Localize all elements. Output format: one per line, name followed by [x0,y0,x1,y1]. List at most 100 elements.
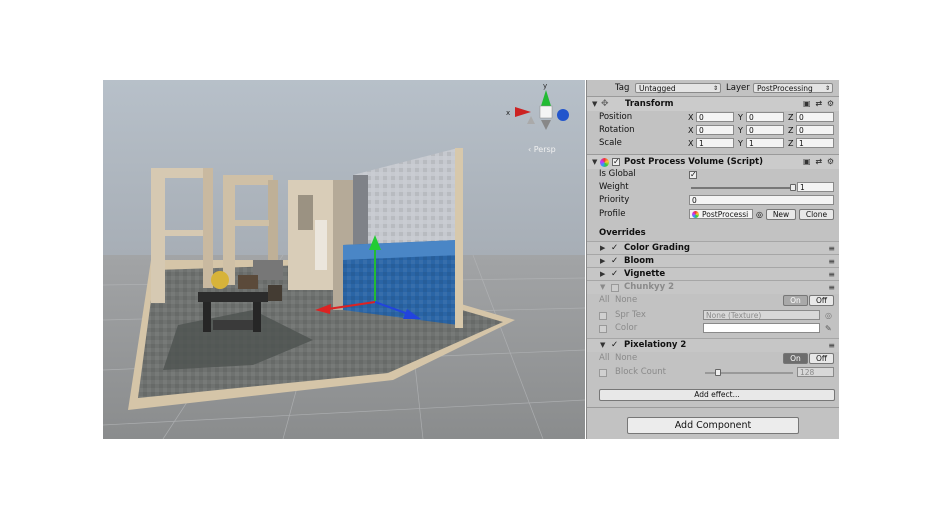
scene-canvas[interactable]: y x ‹ Persp [103,80,585,439]
eyedropper-icon[interactable]: ✎ [825,322,832,335]
axis-y-label: Y [738,126,743,135]
is-global-checkbox[interactable]: ✓ [689,171,697,179]
foldout-icon[interactable]: ▼ [592,97,597,111]
all-link[interactable]: All [599,294,610,307]
weight-field[interactable]: 1 [797,182,834,192]
overrides-row: Overrides [587,227,839,240]
effect-bloom[interactable]: ▶ ✓ Bloom ≡ [587,254,839,268]
chunky-all-none-row: All None On Off [587,294,839,307]
scale-y-field[interactable]: 1 [746,138,784,148]
layer-label: Layer [726,83,750,93]
scene-view[interactable]: y x ‹ Persp [103,80,585,439]
color-swatch-field[interactable] [703,323,820,333]
is-global-row: Is Global ✓ [587,168,839,181]
transform-title: Transform [625,99,674,109]
axis-z-label: Z [788,126,794,135]
axis-y-label: Y [738,113,743,122]
divider [587,407,839,408]
is-global-label: Is Global [599,169,636,179]
effect-chunky[interactable]: ▼ Chunkyy 2 ≡ [587,280,839,294]
layer-dropdown[interactable]: PostProcessing ⇕ [753,83,833,93]
effect-vignette[interactable]: ▶ ✓ Vignette ≡ [587,267,839,281]
profile-object-field[interactable]: PostProcessi [689,209,753,219]
foldout-icon[interactable]: ▼ [592,155,597,169]
all-link[interactable]: All [599,352,610,365]
spr-tex-label: Spr Tex [615,310,646,320]
add-component-button[interactable]: Add Component [627,417,799,434]
block-count-field[interactable]: 128 [797,367,834,377]
axis-x-label: X [688,113,694,122]
spr-tex-row: Spr Tex None (Texture) ◎ [587,309,839,322]
ppv-title: Post Process Volume (Script) [624,157,763,167]
block-count-label: Block Count [615,367,666,377]
rotation-row: Rotation X 0 Y 0 Z 0 [587,124,839,137]
projection-label[interactable]: ‹ Persp [528,145,556,154]
transform-icon: ✥ [601,99,609,109]
priority-field[interactable]: 0 [689,195,834,205]
priority-label: Priority [599,195,630,205]
position-row: Position X 0 Y 0 Z 0 [587,111,839,124]
add-effect-button[interactable]: Add effect... [599,389,835,401]
axis-z-label: Z [788,139,794,148]
rotation-label: Rotation [599,125,635,135]
pixelation-off-toggle[interactable]: Off [809,353,834,364]
profile-asset-icon [692,211,699,218]
position-y-field[interactable]: 0 [746,112,784,122]
foldout-expanded-icon[interactable]: ▼ [600,339,605,352]
effect-menu-icon[interactable]: ≡ [828,281,835,294]
chevron-down-icon: ⇕ [712,85,718,92]
position-x-field[interactable]: 0 [696,112,734,122]
spr-tex-field[interactable]: None (Texture) [703,310,820,320]
component-menu-icons[interactable]: ▣ ⇄ ⚙ [803,155,835,169]
post-process-volume-header[interactable]: ▼ ✓ Post Process Volume (Script) ▣ ⇄ ⚙ [587,154,839,169]
object-picker-icon[interactable]: ◎ [825,309,832,322]
scale-z-field[interactable]: 1 [796,138,834,148]
position-z-field[interactable]: 0 [796,112,834,122]
effect-menu-icon[interactable]: ≡ [828,339,835,352]
gizmo-y-label: y [543,82,547,90]
component-menu-icons[interactable]: ▣ ⇄ ⚙ [803,97,835,111]
rotation-z-field[interactable]: 0 [796,125,834,135]
profile-value: PostProcessi [702,210,749,219]
rotation-y-field[interactable]: 0 [746,125,784,135]
chunky-on-toggle[interactable]: On [783,295,808,306]
transform-header[interactable]: ▼ ✥ Transform ▣ ⇄ ⚙ [587,96,839,111]
tag-label: Tag [615,83,630,93]
effect-enabled-check[interactable]: ✓ [611,339,618,352]
profile-row: Profile PostProcessi ◎ New Clone [587,208,839,221]
weight-slider-thumb[interactable] [790,184,796,191]
none-link[interactable]: None [615,294,637,307]
none-link[interactable]: None [615,352,637,365]
effect-name: Pixelationy 2 [624,340,687,350]
override-checkbox[interactable] [599,369,607,377]
effect-pixelation[interactable]: ▼ ✓ Pixelationy 2 ≡ [587,338,839,352]
object-picker-icon[interactable]: ◎ [756,208,763,221]
scale-x-field[interactable]: 1 [696,138,734,148]
color-row: Color ✎ [587,322,839,335]
clone-profile-button[interactable]: Clone [799,209,834,220]
scale-row: Scale X 1 Y 1 Z 1 [587,137,839,150]
weight-slider-track[interactable] [691,187,793,189]
override-checkbox[interactable] [599,312,607,320]
foldout-expanded-icon[interactable]: ▼ [600,281,605,294]
overrides-label: Overrides [599,228,646,238]
tag-dropdown[interactable]: Untagged ⇕ [635,83,721,93]
pixelation-on-toggle[interactable]: On [783,353,808,364]
effect-color-grading[interactable]: ▶ ✓ Color Grading ≡ [587,241,839,255]
tag-layer-row: Tag Untagged ⇕ Layer PostProcessing ⇕ [587,82,839,95]
axis-y-label: Y [738,139,743,148]
block-count-slider-thumb[interactable] [715,369,722,376]
chunky-off-toggle[interactable]: Off [809,295,834,306]
gizmo-x-label: x [506,109,510,117]
effect-enabled-checkbox[interactable] [611,284,619,292]
component-enabled-checkbox[interactable]: ✓ [612,158,620,166]
axis-z-label: Z [788,113,794,122]
profile-label: Profile [599,209,626,219]
axis-x-label: X [688,139,694,148]
position-label: Position [599,112,633,122]
new-profile-button[interactable]: New [766,209,796,220]
rotation-x-field[interactable]: 0 [696,125,734,135]
tag-value: Untagged [639,84,676,93]
override-checkbox[interactable] [599,325,607,333]
scale-label: Scale [599,138,622,148]
